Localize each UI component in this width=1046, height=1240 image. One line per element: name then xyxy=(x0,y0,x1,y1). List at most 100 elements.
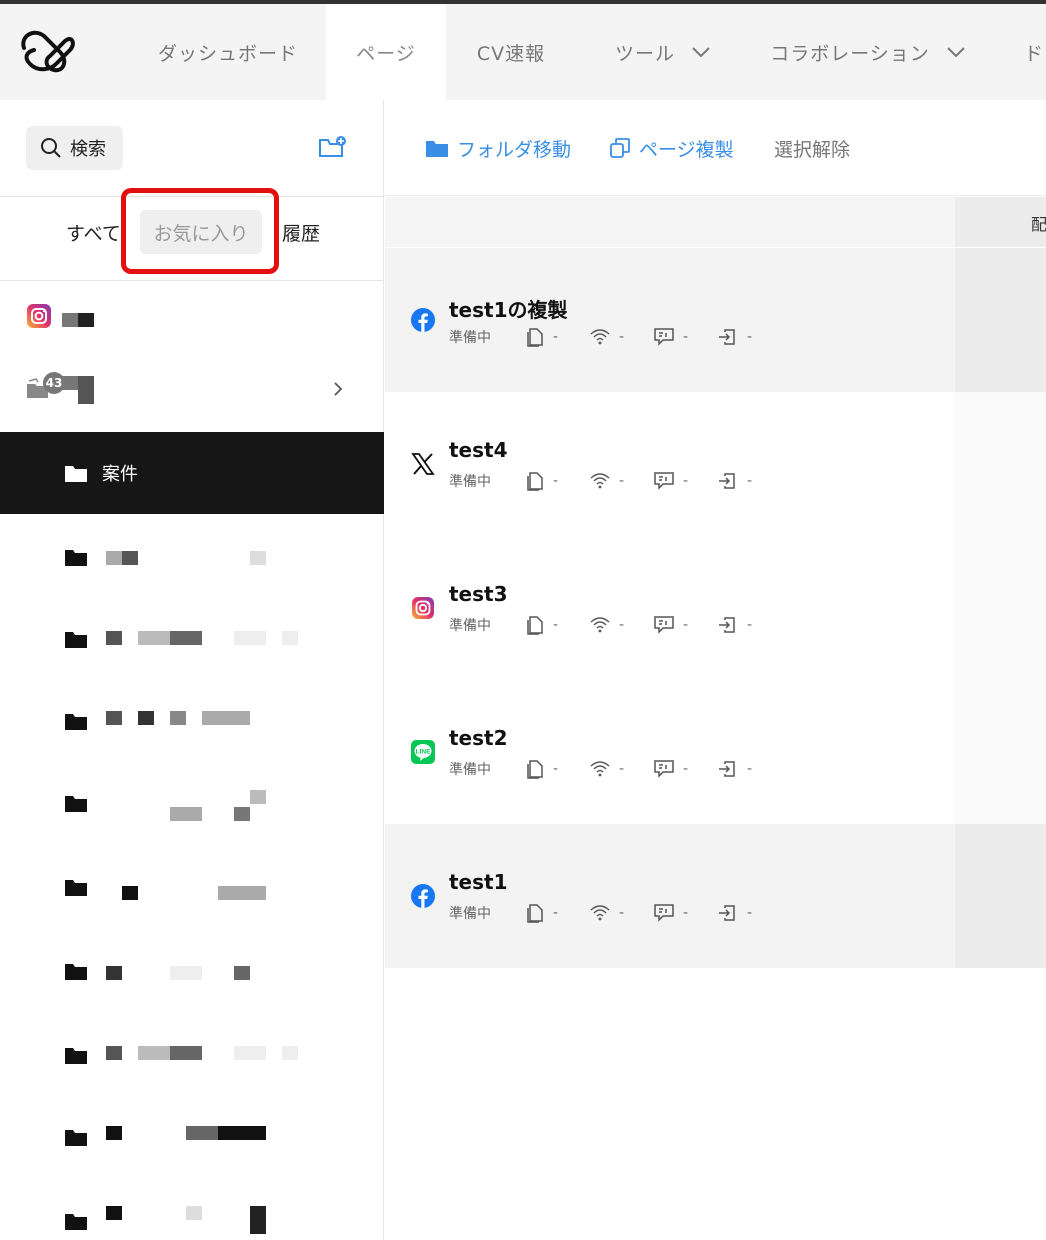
tab-dashboard[interactable]: ダッシュボード xyxy=(130,4,326,100)
stat-pages: - xyxy=(525,903,589,923)
stat-value: - xyxy=(683,905,689,921)
stat-value: - xyxy=(553,905,559,921)
masked-text xyxy=(170,807,202,821)
masked-text xyxy=(106,1126,122,1140)
tab-label: コラボレーション xyxy=(770,42,930,65)
page-meta: 準備中 - - - - xyxy=(449,470,781,492)
page-meta: 準備中 - - - - xyxy=(449,326,781,348)
masked-text xyxy=(250,551,266,565)
tab-label: ツール xyxy=(614,42,675,65)
folder-item[interactable] xyxy=(0,516,384,598)
folder-icon xyxy=(65,1214,87,1230)
masked-text xyxy=(186,1126,218,1140)
move-folder-button[interactable]: フォルダ移動 xyxy=(425,134,571,162)
stat-pages: - xyxy=(525,759,589,779)
stat-comments: - xyxy=(653,327,717,347)
stat-value: - xyxy=(553,329,559,345)
stat-value: - xyxy=(683,329,689,345)
search-icon xyxy=(41,138,61,158)
document-icon xyxy=(527,904,543,923)
stat-conversions: - xyxy=(717,327,781,347)
filter-label: 履歴 xyxy=(282,222,321,245)
new-folder-icon[interactable] xyxy=(318,134,348,160)
stat-value: - xyxy=(619,473,625,489)
document-icon xyxy=(527,760,543,779)
stat-value: - xyxy=(747,617,753,633)
duplicate-page-button[interactable]: ページ複製 xyxy=(609,134,734,162)
stat-value: - xyxy=(619,617,625,633)
masked-text xyxy=(250,1206,266,1234)
tab-collaboration[interactable]: コラボレーション xyxy=(760,4,976,100)
folder-item[interactable] xyxy=(0,762,384,844)
page-row[interactable]: test1 準備中 - - - - xyxy=(385,824,955,968)
stat-comments: - xyxy=(653,759,717,779)
stat-reach: - xyxy=(589,472,653,490)
masked-text xyxy=(282,631,298,645)
tab-label: ド xyxy=(1024,42,1045,65)
page-row[interactable]: test1の複製 準備中 - - - - xyxy=(385,248,955,392)
line-icon: LINE xyxy=(411,740,435,764)
status-label: 準備中 xyxy=(449,474,491,490)
stat-value: - xyxy=(619,761,625,777)
masked-text xyxy=(106,711,122,725)
wifi-icon xyxy=(590,761,610,777)
tab-tools[interactable]: ツール xyxy=(588,4,738,100)
stat-reach: - xyxy=(589,616,653,634)
masked-text xyxy=(106,1206,122,1220)
search-label: 検索 xyxy=(70,139,106,160)
stat-value: - xyxy=(683,473,689,489)
divider xyxy=(0,280,384,281)
page-row[interactable]: test3 準備中 - - - - xyxy=(385,536,955,680)
folder-item[interactable] xyxy=(0,680,384,762)
stat-value: - xyxy=(747,473,753,489)
chat-icon xyxy=(654,472,674,490)
stat-value: - xyxy=(553,473,559,489)
folder-item[interactable] xyxy=(0,846,384,928)
masked-text xyxy=(234,1046,266,1060)
stat-reach: - xyxy=(589,328,653,346)
masked-text xyxy=(218,1126,266,1140)
masked-text xyxy=(78,376,94,404)
stat-pages: - xyxy=(525,471,589,491)
folder-item-active[interactable]: 案件 xyxy=(0,432,384,514)
search-button[interactable]: 検索 xyxy=(26,126,123,170)
row-cell xyxy=(955,248,1046,392)
stat-value: - xyxy=(747,329,753,345)
folder-icon xyxy=(65,632,87,648)
masked-text xyxy=(106,1046,122,1060)
page-row[interactable]: test4 準備中 - - - - xyxy=(385,392,955,536)
svg-text:LINE: LINE xyxy=(416,749,431,756)
page-row[interactable]: LINE test2 準備中 - - - - xyxy=(385,680,955,824)
account-instagram[interactable] xyxy=(26,302,52,330)
tab-cv-report[interactable]: CV速報 xyxy=(446,4,576,100)
folder-icon xyxy=(426,141,448,157)
masked-text xyxy=(170,966,202,980)
tab-pages[interactable]: ページ xyxy=(326,4,446,100)
masked-text xyxy=(106,551,122,565)
chevron-down-icon xyxy=(692,47,710,58)
chevron-right-icon[interactable] xyxy=(332,380,344,398)
tab-label: CV速報 xyxy=(476,42,546,65)
tab-label: ダッシュボード xyxy=(157,42,298,65)
masked-text xyxy=(122,551,138,565)
masked-text xyxy=(234,807,250,821)
facebook-icon xyxy=(411,884,435,908)
deselect-button[interactable]: 選択解除 xyxy=(774,134,850,162)
chat-icon xyxy=(654,328,674,346)
status-label: 準備中 xyxy=(449,906,491,922)
page-title: test3 xyxy=(449,582,508,606)
filter-all[interactable]: すべて xyxy=(66,210,121,254)
page-meta: 準備中 - - - - xyxy=(449,902,781,924)
table-header xyxy=(385,197,955,247)
logo-icon[interactable] xyxy=(16,22,80,78)
wifi-icon xyxy=(590,617,610,633)
filter-history[interactable]: 履歴 xyxy=(282,210,320,254)
masked-text xyxy=(78,313,94,327)
tab-partial[interactable]: ド xyxy=(1024,4,1046,100)
masked-text xyxy=(202,711,250,725)
duplicate-page-label: ページ複製 xyxy=(639,138,734,161)
folder-icon xyxy=(65,1130,87,1146)
folder-icon xyxy=(65,714,87,730)
chevron-down-icon xyxy=(947,47,965,58)
exit-icon xyxy=(719,617,735,633)
